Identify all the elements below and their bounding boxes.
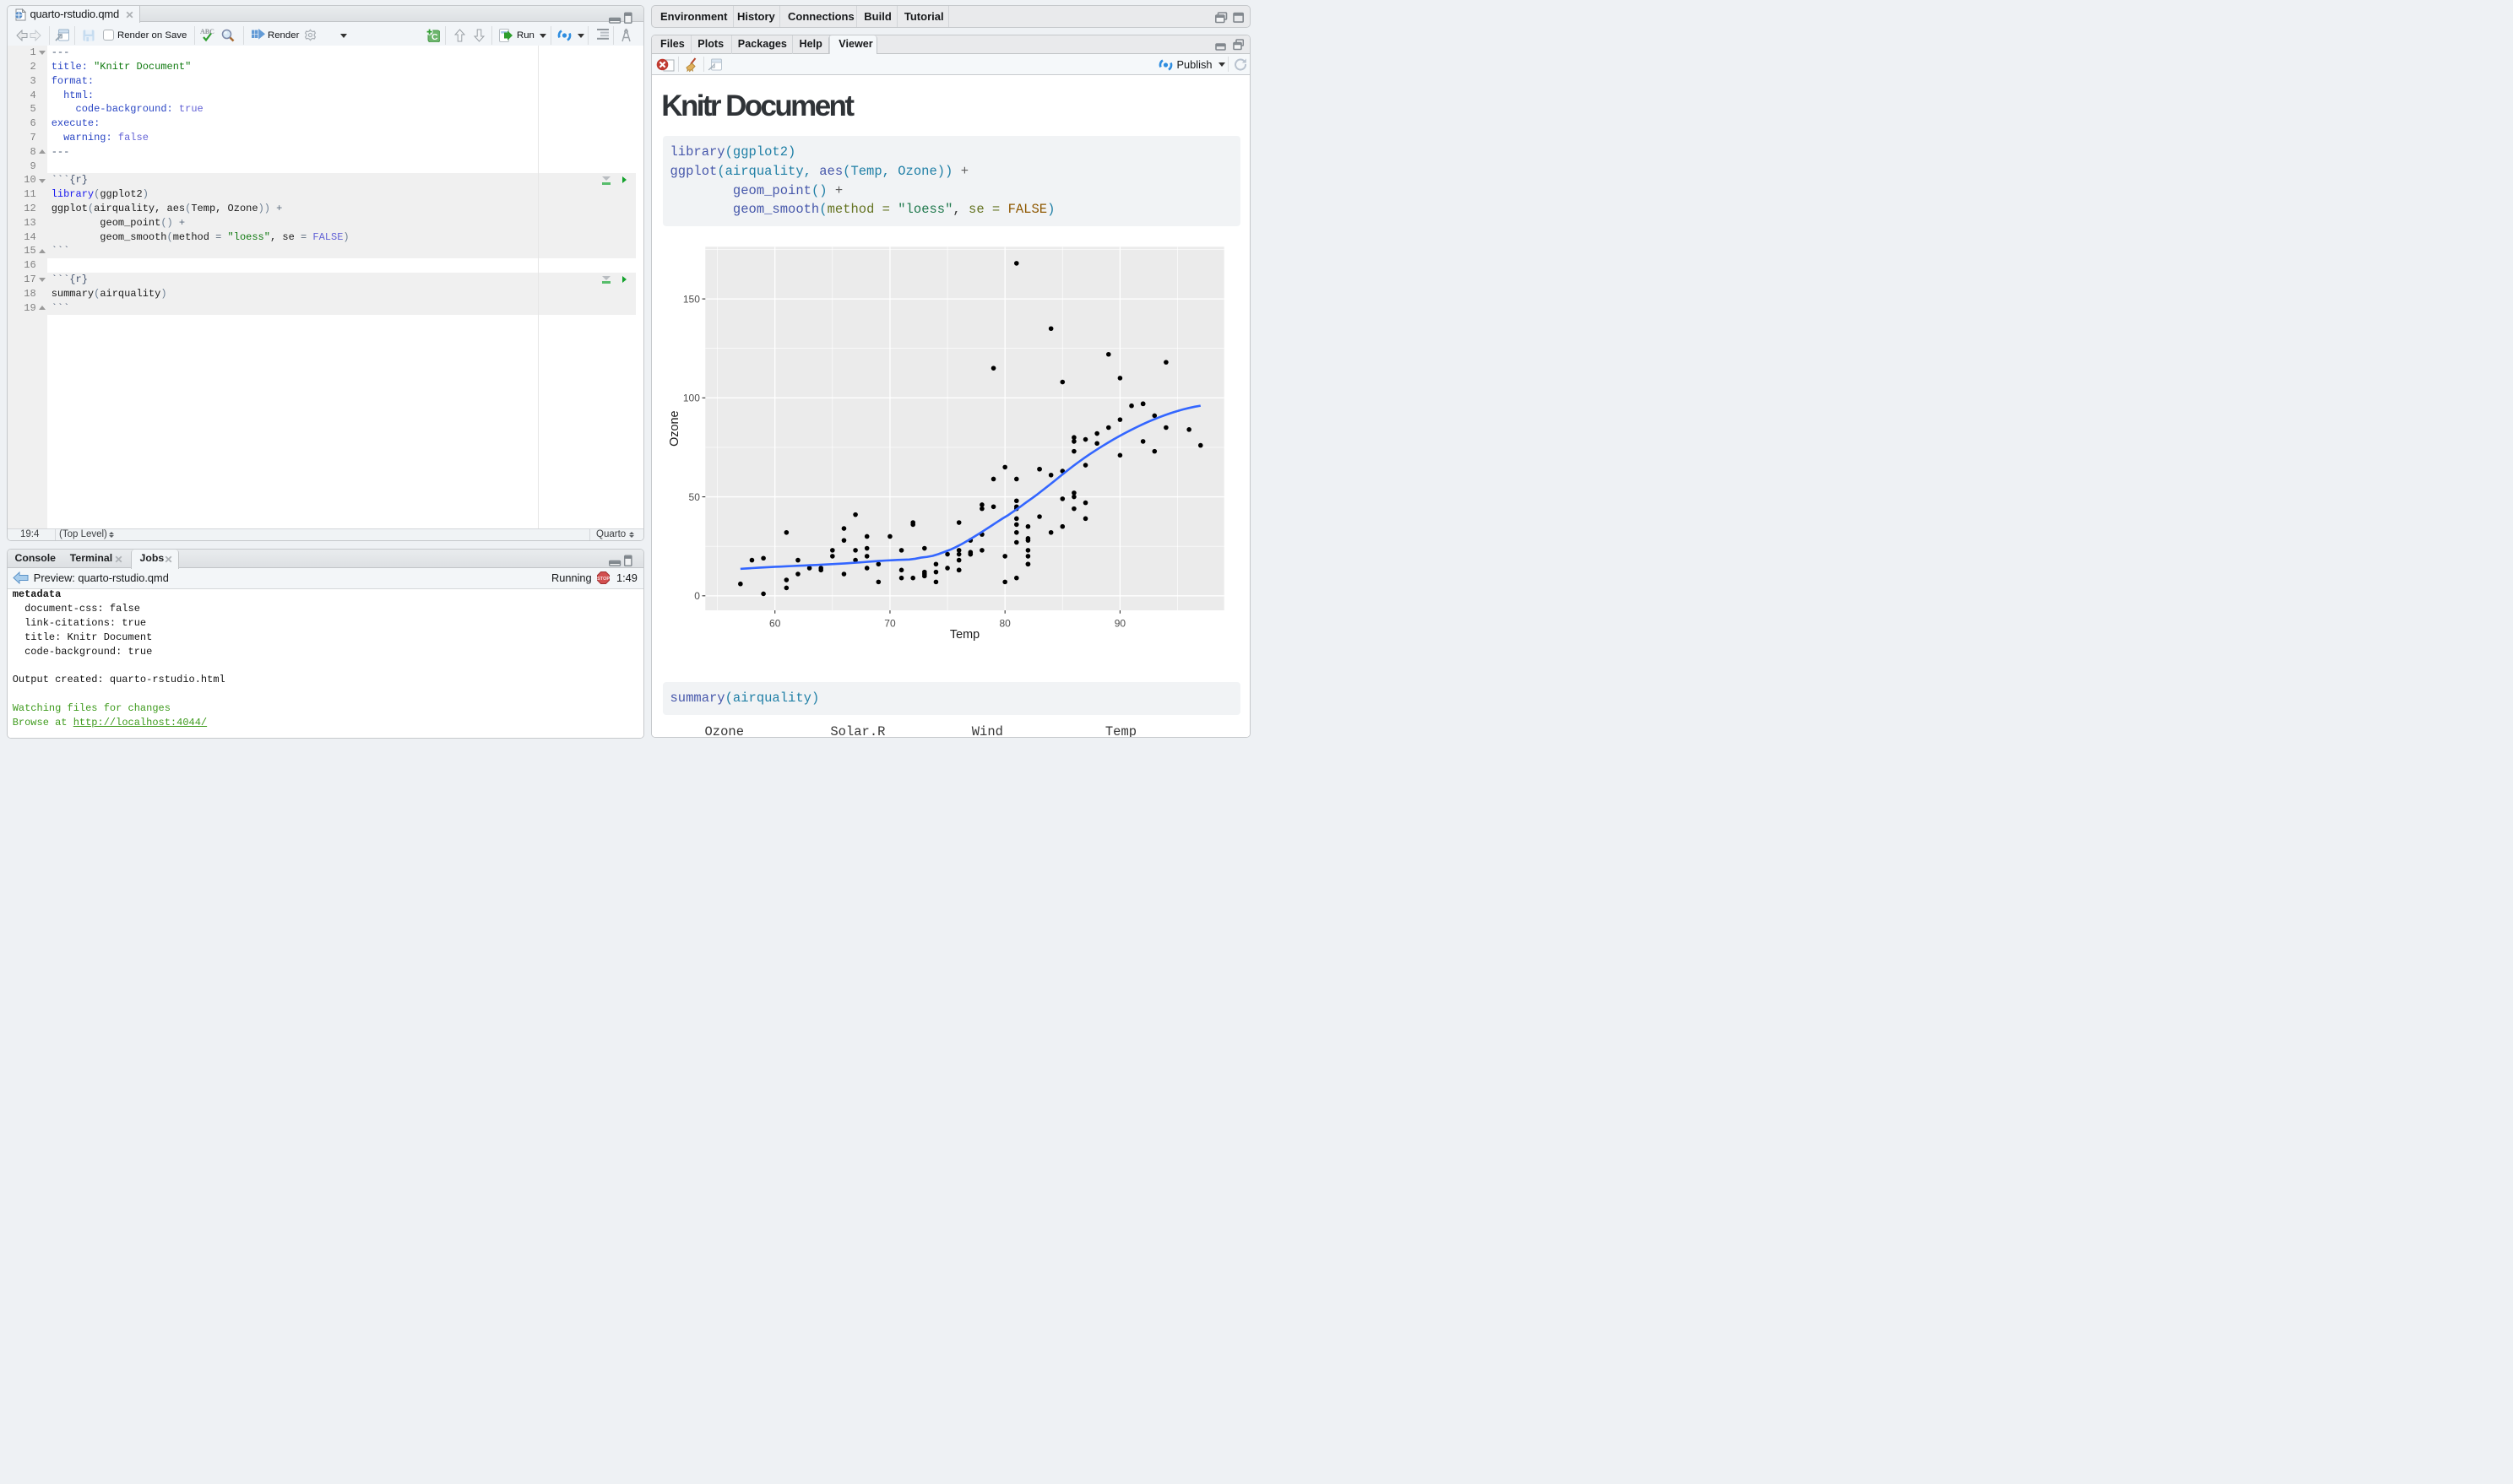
svg-text:ABC: ABC (200, 28, 214, 35)
svg-text:90: 90 (1114, 617, 1126, 629)
svg-text:Ozone: Ozone (668, 410, 681, 446)
svg-text:50: 50 (688, 491, 700, 503)
svg-text:150: 150 (683, 293, 700, 305)
svg-text:Temp: Temp (950, 628, 980, 642)
svg-text:STOP: STOP (597, 576, 610, 581)
svg-text:C: C (431, 32, 438, 42)
svg-text:70: 70 (884, 617, 896, 629)
svg-text:60: 60 (769, 617, 781, 629)
svg-text:0: 0 (694, 590, 700, 602)
svg-text:80: 80 (999, 617, 1011, 629)
svg-text:100: 100 (683, 392, 700, 403)
